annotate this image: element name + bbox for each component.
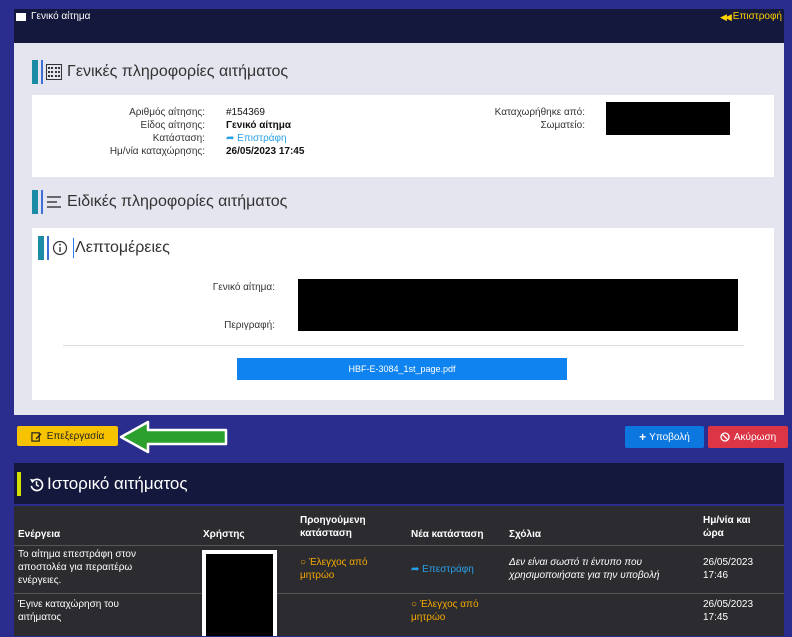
request-number-value: #154369: [226, 107, 265, 118]
edit-icon: [31, 431, 42, 442]
circle-icon: ○: [411, 599, 418, 610]
table-row-new-status: ➦ Επεστράφη: [411, 564, 474, 575]
submit-button[interactable]: + Υποβολή: [625, 426, 704, 448]
table-row-date: 26/05/2023 17:46: [703, 557, 754, 581]
table-row-action: Το αίτημα επεστράφη στον αποστολέα για π…: [18, 549, 136, 586]
redacted-block: [298, 279, 738, 331]
double-arrow-left-icon: ◀◀: [719, 12, 732, 22]
specific-info-title-text: Ειδικές πληροφορίες αιτήματος: [67, 193, 288, 210]
reply-arrow-icon: ➦: [411, 564, 420, 575]
specific-info-title: Ειδικές πληροφορίες αιτήματος: [32, 190, 287, 214]
request-number-label: Αριθμός αίτησης:: [129, 107, 205, 118]
attachment-button[interactable]: HBF-E-3084_1st_page.pdf: [237, 358, 567, 380]
general-info-title-text: Γενικές πληροφορίες αιτήματος: [67, 63, 289, 80]
union-label: Σωματείο:: [540, 120, 585, 131]
request-type-value: Γενικό αίτημα: [226, 120, 291, 131]
description-label: Περιγραφή:: [224, 320, 275, 331]
status-value: ➦ Επιστράφη: [226, 133, 287, 144]
plus-icon: +: [639, 430, 647, 444]
redacted-block: [606, 102, 730, 135]
history-icon: [29, 477, 44, 491]
details-title: Λεπτομέρειες: [38, 236, 170, 260]
green-arrow-annotation: [119, 420, 228, 454]
general-info-title: Γενικές πληροφορίες αιτήματος: [32, 60, 288, 84]
form-icon: [16, 13, 26, 21]
col-user: Χρήστης: [203, 529, 245, 540]
back-link[interactable]: ◀◀ Επιστροφή: [720, 11, 782, 23]
table-row-new-status: ○ Έλεγχος από μητρώο: [411, 599, 479, 623]
circle-icon: ○: [300, 557, 307, 568]
page-title-text: Γενικό αίτημα: [31, 11, 91, 22]
back-link-label: Επιστροφή: [732, 11, 782, 22]
ban-icon: [720, 432, 730, 442]
registration-date-value: 26/05/2023 17:45: [226, 146, 305, 157]
table-row-comment: Δεν είναι σωστό τι έντυπο που χρησιμοποι…: [509, 557, 660, 581]
page-title: Γενικό αίτημα: [16, 11, 90, 23]
info-circle-icon: [52, 240, 68, 256]
cancel-button[interactable]: Ακύρωση: [708, 426, 788, 448]
col-new-status: Νέα κατάσταση: [411, 529, 484, 540]
divider: [63, 345, 744, 346]
registered-by-label: Καταχωρήθηκε από:: [494, 107, 585, 118]
table-row-action: Έγινε καταχώρηση του αιτήματος: [18, 599, 119, 623]
history-title: Ιστορικό αιτήματος: [29, 474, 188, 494]
col-prev-status: Προηγούμενη κατάσταση: [300, 515, 366, 539]
table-row-date: 26/05/2023 17:45: [703, 599, 754, 623]
status-label: Κατάσταση:: [152, 133, 205, 144]
edit-button[interactable]: Επεξεργασία: [17, 426, 118, 446]
redacted-user: [202, 550, 277, 636]
col-action: Ενέργεια: [18, 529, 61, 540]
table-row-prev-status: ○ Έλεγχος από μητρώο: [300, 557, 368, 581]
page-header: [14, 9, 784, 43]
grid-icon: [46, 64, 62, 80]
request-type-label: Είδος αίτησης:: [140, 120, 205, 131]
reply-arrow-icon: ➦: [226, 133, 235, 144]
col-date: Ημ/νία και ώρα: [703, 515, 751, 539]
list-icon: [47, 196, 61, 208]
registration-date-label: Ημ/νία καταχώρησης:: [109, 146, 205, 157]
col-comments: Σχόλια: [509, 529, 541, 540]
details-title-text: Λεπτομέρειες: [75, 239, 170, 256]
general-request-label: Γενικό αίτημα:: [212, 282, 275, 293]
